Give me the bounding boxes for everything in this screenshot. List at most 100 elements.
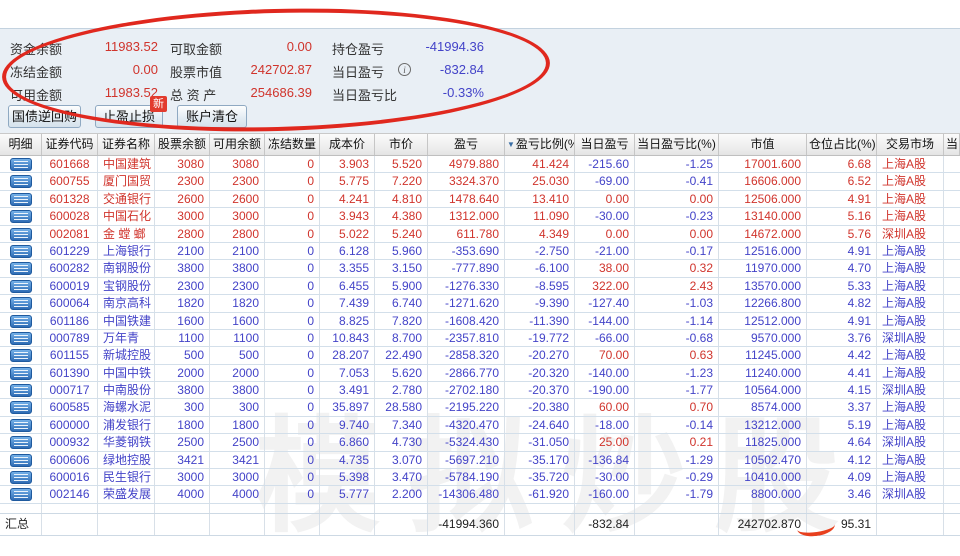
toolbar-button-1[interactable]: 国债逆回购 (8, 105, 81, 128)
table-row[interactable]: 600016 民生银行 3000 3000 0 5.398 3.470 -5784.190 -3… (0, 469, 960, 487)
cell-detail[interactable] (0, 173, 42, 190)
detail-icon[interactable] (9, 349, 32, 363)
table-row[interactable]: 600000 浦发银行 1800 1800 0 9.740 7.340 -4320.470 -2… (0, 416, 960, 435)
cell-detail[interactable] (0, 208, 42, 225)
table-row[interactable]: 600028 中国石化 3000 3000 0 3.943 4.380 1312.000 11.… (0, 208, 960, 226)
column-header-11[interactable]: 当日盈亏比(%) (635, 134, 719, 155)
detail-icon[interactable] (9, 244, 32, 258)
column-header-12[interactable]: 市值 (719, 134, 807, 155)
cell-name: 民生银行 (98, 469, 155, 486)
column-header-8[interactable]: 盈亏 (428, 134, 505, 155)
table-row[interactable]: 601229 上海银行 2100 2100 0 6.128 5.960 -353.690 -2.… (0, 242, 960, 261)
detail-icon[interactable] (9, 158, 32, 171)
table-row[interactable]: 600282 南钢股份 3800 3800 0 3.355 3.150 -777.890 -6.… (0, 260, 960, 278)
column-header-1[interactable]: 证券代码 (42, 134, 98, 155)
column-header-7[interactable]: 市价 (375, 134, 428, 155)
cell-detail[interactable] (0, 416, 42, 434)
cell-detail[interactable] (0, 225, 42, 242)
cell-detail[interactable] (0, 242, 42, 260)
table-row[interactable]: 601668 中国建筑 3080 3080 0 3.903 5.520 4979.880 41.… (0, 156, 960, 174)
summary-cell-8: -41994.360 (428, 513, 505, 535)
detail-icon[interactable] (9, 314, 32, 328)
cell-detail[interactable] (0, 260, 42, 277)
table-row[interactable]: 000789 万年青 1100 1100 0 10.843 8.700 -2357.810 -1… (0, 329, 960, 348)
detail-icon[interactable] (9, 210, 32, 224)
cell-detail[interactable] (0, 312, 42, 329)
detail-icon[interactable] (9, 175, 32, 189)
column-header-14[interactable]: 交易市场 (877, 134, 944, 155)
cell-frozen: 0 (265, 382, 320, 399)
toolbar-button-3[interactable]: 账户清仓 (177, 105, 247, 128)
table-row[interactable]: 601390 中国中铁 2000 2000 0 7.053 5.620 -2866.770 -2… (0, 364, 960, 383)
empty-cell (807, 503, 877, 513)
cell-day_pnl_pct: -0.29 (635, 469, 719, 486)
column-header-13[interactable]: 仓位占比(%) (807, 134, 877, 155)
table-row[interactable]: 600606 绿地控股 3421 3421 0 4.735 3.070 -5697.210 -3… (0, 451, 960, 470)
column-header-4[interactable]: 可用余额 (210, 134, 265, 155)
cell-cost: 35.897 (320, 399, 375, 416)
cell-name: 中国建筑 (98, 156, 155, 173)
cell-pnl: -2357.810 (428, 329, 505, 347)
detail-icon[interactable] (9, 279, 32, 293)
table-row[interactable]: 601328 交通银行 2600 2600 0 4.241 4.810 1478.640 13.… (0, 190, 960, 209)
cell-detail[interactable] (0, 486, 42, 503)
table-row[interactable]: 002081 金 螳 螂 2800 2800 0 5.022 5.240 611.780 4.3… (0, 225, 960, 243)
cell-cost: 10.843 (320, 329, 375, 347)
summary-value: -0.33% (442, 85, 484, 100)
column-header-9[interactable]: ▼盈亏比例(%) (505, 134, 575, 155)
column-header-15[interactable]: 当 (944, 134, 960, 155)
cell-price: 4.730 (375, 434, 428, 451)
detail-icon[interactable] (9, 384, 32, 398)
cell-detail[interactable] (0, 190, 42, 208)
detail-icon[interactable] (9, 471, 32, 485)
table-row[interactable]: 000932 华菱钢铁 2500 2500 0 6.860 4.730 -5324.430 -3… (0, 434, 960, 452)
cell-market: 深圳A股 (877, 486, 944, 503)
cell-detail[interactable] (0, 434, 42, 451)
table-row[interactable]: 600064 南京高科 1820 1820 0 7.439 6.740 -1271.620 -9… (0, 295, 960, 313)
cell-market: 深圳A股 (877, 329, 944, 347)
detail-icon[interactable] (9, 331, 32, 345)
column-header-3[interactable]: 股票余额 (155, 134, 210, 155)
cell-detail[interactable] (0, 399, 42, 416)
cell-name: 新城控股 (98, 347, 155, 364)
detail-icon[interactable] (9, 297, 32, 311)
cell-detail[interactable] (0, 364, 42, 382)
cell-detail[interactable] (0, 347, 42, 364)
cell-price: 4.380 (375, 208, 428, 225)
column-header-0[interactable]: 明细 (0, 134, 42, 155)
cell-detail[interactable] (0, 277, 42, 295)
detail-icon[interactable] (9, 192, 32, 206)
detail-icon[interactable] (9, 418, 32, 432)
cell-detail (944, 347, 960, 363)
cell-market: 上海A股 (877, 364, 944, 382)
table-row[interactable]: 000717 中南股份 3800 3800 0 3.491 2.780 -2702.180 -2… (0, 382, 960, 400)
table-row[interactable]: 002146 荣盛发展 4000 4000 0 5.777 2.200 -14306.480-… (0, 486, 960, 504)
detail-icon[interactable] (9, 227, 32, 241)
cell-frozen: 0 (265, 260, 320, 277)
detail-icon[interactable] (9, 453, 32, 467)
column-header-6[interactable]: 成本价 (320, 134, 375, 155)
cell-position_pct: 4.82 (807, 295, 877, 312)
column-header-5[interactable]: 冻结数量 (265, 134, 320, 155)
summary-value: -41994.36 (425, 39, 484, 54)
cell-detail[interactable] (0, 156, 42, 173)
detail-icon[interactable] (9, 436, 32, 450)
detail-icon[interactable] (9, 366, 32, 380)
table-row[interactable]: 600019 宝钢股份 2300 2300 0 6.455 5.900 -1276.330 -8… (0, 277, 960, 296)
cell-day_pnl: -127.40 (575, 295, 635, 312)
detail-icon[interactable] (9, 488, 32, 502)
cell-detail[interactable] (0, 329, 42, 347)
detail-icon[interactable] (9, 401, 32, 415)
cell-detail[interactable] (0, 295, 42, 312)
table-row[interactable]: 600585 海螺水泥 300 300 0 35.897 28.580 -2195.220 -2… (0, 399, 960, 417)
cell-detail[interactable] (0, 451, 42, 469)
column-header-10[interactable]: 当日盈亏 (575, 134, 635, 155)
table-row[interactable]: 601186 中国铁建 1600 1600 0 8.825 7.820 -1608.420 -1… (0, 312, 960, 330)
summary-cell-14 (877, 513, 944, 535)
cell-detail[interactable] (0, 469, 42, 486)
table-row[interactable]: 601155 新城控股 500 500 0 28.207 22.490 -2858.320 -2… (0, 347, 960, 365)
cell-detail[interactable] (0, 382, 42, 399)
column-header-2[interactable]: 证券名称 (98, 134, 155, 155)
detail-icon[interactable] (9, 262, 32, 276)
table-row[interactable]: 600755 厦门国贸 2300 2300 0 5.775 7.220 3324.370 25.… (0, 173, 960, 191)
